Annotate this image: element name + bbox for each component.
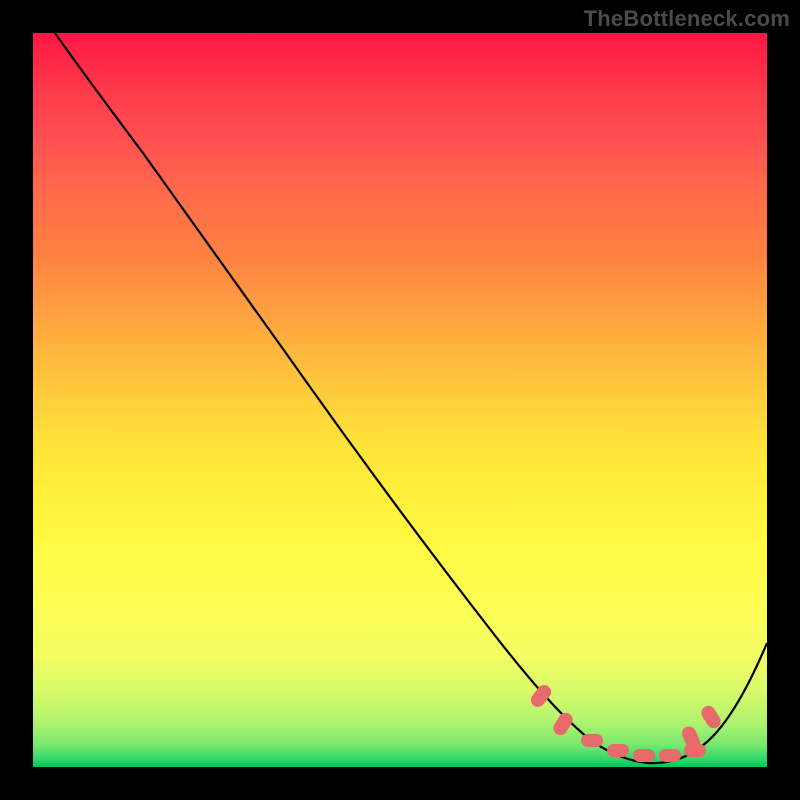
bottleneck-curve bbox=[55, 33, 767, 763]
chart-svg bbox=[33, 33, 767, 767]
watermark-text: TheBottleneck.com bbox=[584, 6, 790, 32]
chart-frame: TheBottleneck.com bbox=[0, 0, 800, 800]
plot-area bbox=[33, 33, 767, 767]
optimal-range-markers bbox=[528, 682, 723, 762]
